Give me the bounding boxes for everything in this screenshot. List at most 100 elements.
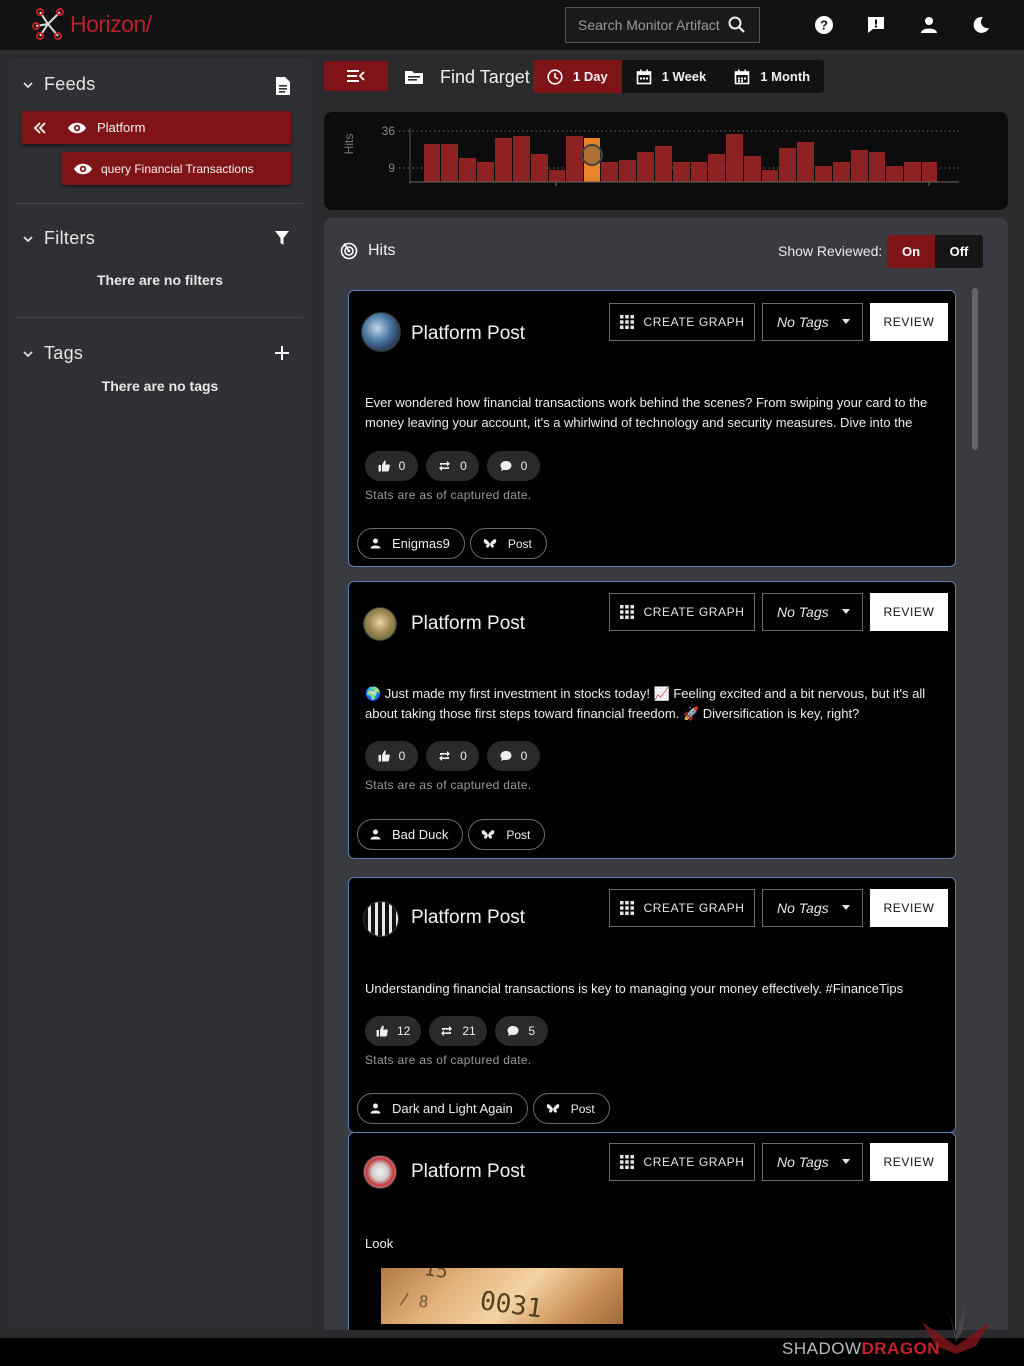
filter-icon[interactable] [274,230,290,246]
review-button[interactable]: REVIEW [870,593,948,631]
footer-brand: SHADOWDRAGON [782,1339,940,1359]
create-graph-button[interactable]: CREATE GRAPH [609,303,755,341]
repost-icon [439,461,451,471]
stats-note: Stats are as of captured date. [365,488,532,502]
post-chips: Dark and Light Again Post [357,1093,610,1124]
type-chip[interactable]: Post [532,1093,610,1124]
type-chip[interactable]: Post [468,819,546,850]
divider [16,203,303,204]
user-icon[interactable] [917,13,941,37]
butterfly-icon [483,538,497,548]
feed-item-label: query Financial Transactions [101,161,254,176]
person-icon [370,538,381,549]
filters-header[interactable]: Filters [22,228,292,249]
range-1-week-button[interactable]: 1 Week [622,60,721,93]
chevron-down-icon[interactable] [22,79,34,91]
tags-dropdown[interactable]: No Tags [762,593,863,631]
author-chip[interactable]: Enigmas9 [357,528,465,559]
eye-icon[interactable] [67,121,87,135]
clock-icon [547,68,563,85]
horizon-logo-icon [32,8,64,40]
eye-icon[interactable] [73,162,93,176]
post-type: Post [506,827,531,842]
plus-icon[interactable] [274,345,290,361]
likes-stat: 12 [365,1016,422,1046]
divider [16,317,303,318]
filters-title: Filters [44,228,96,248]
help-icon[interactable]: ? [812,13,836,37]
range-1-day-button[interactable]: 1 Day [533,60,622,93]
histogram-bars [424,134,937,182]
post-stats: 0 0 0 [365,451,540,481]
caret-down-icon [842,1159,850,1164]
repost-icon [439,751,451,761]
comments-count: 0 [520,459,528,473]
create-graph-button[interactable]: CREATE GRAPH [609,593,755,631]
find-target[interactable]: Find Target [404,62,530,92]
post-title: Platform Post [411,323,526,344]
feeds-header[interactable]: Feeds [22,74,292,95]
post-image[interactable]: 1́5 0031 / 8 [381,1268,623,1324]
tags-header[interactable]: Tags [22,343,292,364]
range-label: 1 Month [760,69,811,84]
reposts-count: 0 [460,749,467,763]
footer-brand-a: SHADOW [782,1339,862,1358]
tags-dropdown[interactable]: No Tags [762,889,863,927]
histogram-cursor[interactable] [581,144,603,166]
tags-dropdown[interactable]: No Tags [762,303,863,341]
comments-stat: 5 [494,1016,548,1046]
author-name: Bad Duck [392,827,449,842]
find-target-label: Find Target [440,66,530,87]
avatar[interactable] [363,901,399,937]
post-card[interactable]: Platform Post CREATE GRAPH No Tags REVIE… [348,290,956,567]
author-chip[interactable]: Dark and Light Again [357,1093,528,1124]
range-1-month-button[interactable]: 1 Month [720,60,824,93]
search-icon[interactable] [728,16,746,34]
comments-count: 5 [528,1024,536,1038]
create-graph-button[interactable]: CREATE GRAPH [609,889,755,927]
author-name: Enigmas9 [392,536,450,551]
chevron-down-icon[interactable] [22,233,34,245]
review-button[interactable]: REVIEW [870,303,948,341]
tags-dropdown-label: No Tags [777,1154,829,1170]
reposts-count: 0 [460,459,467,473]
feed-item-platform[interactable]: Platform [21,111,291,144]
post-card[interactable]: Platform Post CREATE GRAPH No Tags REVIE… [348,877,956,1133]
show-reviewed-off-button[interactable]: Off [935,235,983,268]
create-graph-button[interactable]: CREATE GRAPH [609,1143,755,1181]
hits-header: Hits [340,242,396,260]
document-icon[interactable] [274,76,292,96]
post-chips: Enigmas9 Post [357,528,547,559]
hits-histogram[interactable]: Hits 36 9 [324,112,1008,210]
tags-dropdown-label: No Tags [777,604,829,620]
avatar[interactable] [361,312,401,352]
feed-item-query[interactable]: query Financial Transactions [61,152,291,185]
time-range-group: 1 Day 1 Week 1 Month [533,60,825,93]
post-text: Ever wondered how financial transactions… [365,395,928,430]
person-icon [370,1103,381,1114]
feed-item-label: Platform [97,120,146,135]
alert-icon[interactable] [864,13,888,37]
folder-icon [405,71,423,84]
collapse-icon[interactable] [33,121,47,134]
scrollbar[interactable] [972,288,978,450]
app-logo[interactable]: Horizon/ [32,8,152,40]
type-chip[interactable]: Post [469,528,547,559]
tags-dropdown[interactable]: No Tags [762,1143,863,1181]
histogram-chart[interactable]: Hits 36 9 [324,112,1008,210]
search-input[interactable] [578,17,720,33]
chevron-down-icon[interactable] [22,348,34,360]
avatar[interactable] [363,1155,397,1189]
review-button[interactable]: REVIEW [870,889,948,927]
show-reviewed-on-button[interactable]: On [887,235,935,268]
comment-icon [500,461,512,471]
avatar[interactable] [363,607,397,641]
post-stats: 12 21 5 [365,1016,548,1046]
review-button[interactable]: REVIEW [870,1143,948,1181]
post-card[interactable]: Platform Post CREATE GRAPH No Tags REVIE… [348,1132,956,1330]
toggle-sidebar-button[interactable] [324,61,388,91]
post-card[interactable]: Platform Post CREATE GRAPH No Tags REVIE… [348,581,956,859]
author-chip[interactable]: Bad Duck [357,819,464,850]
dark-mode-icon[interactable] [969,13,993,37]
likes-count: 0 [398,459,406,473]
